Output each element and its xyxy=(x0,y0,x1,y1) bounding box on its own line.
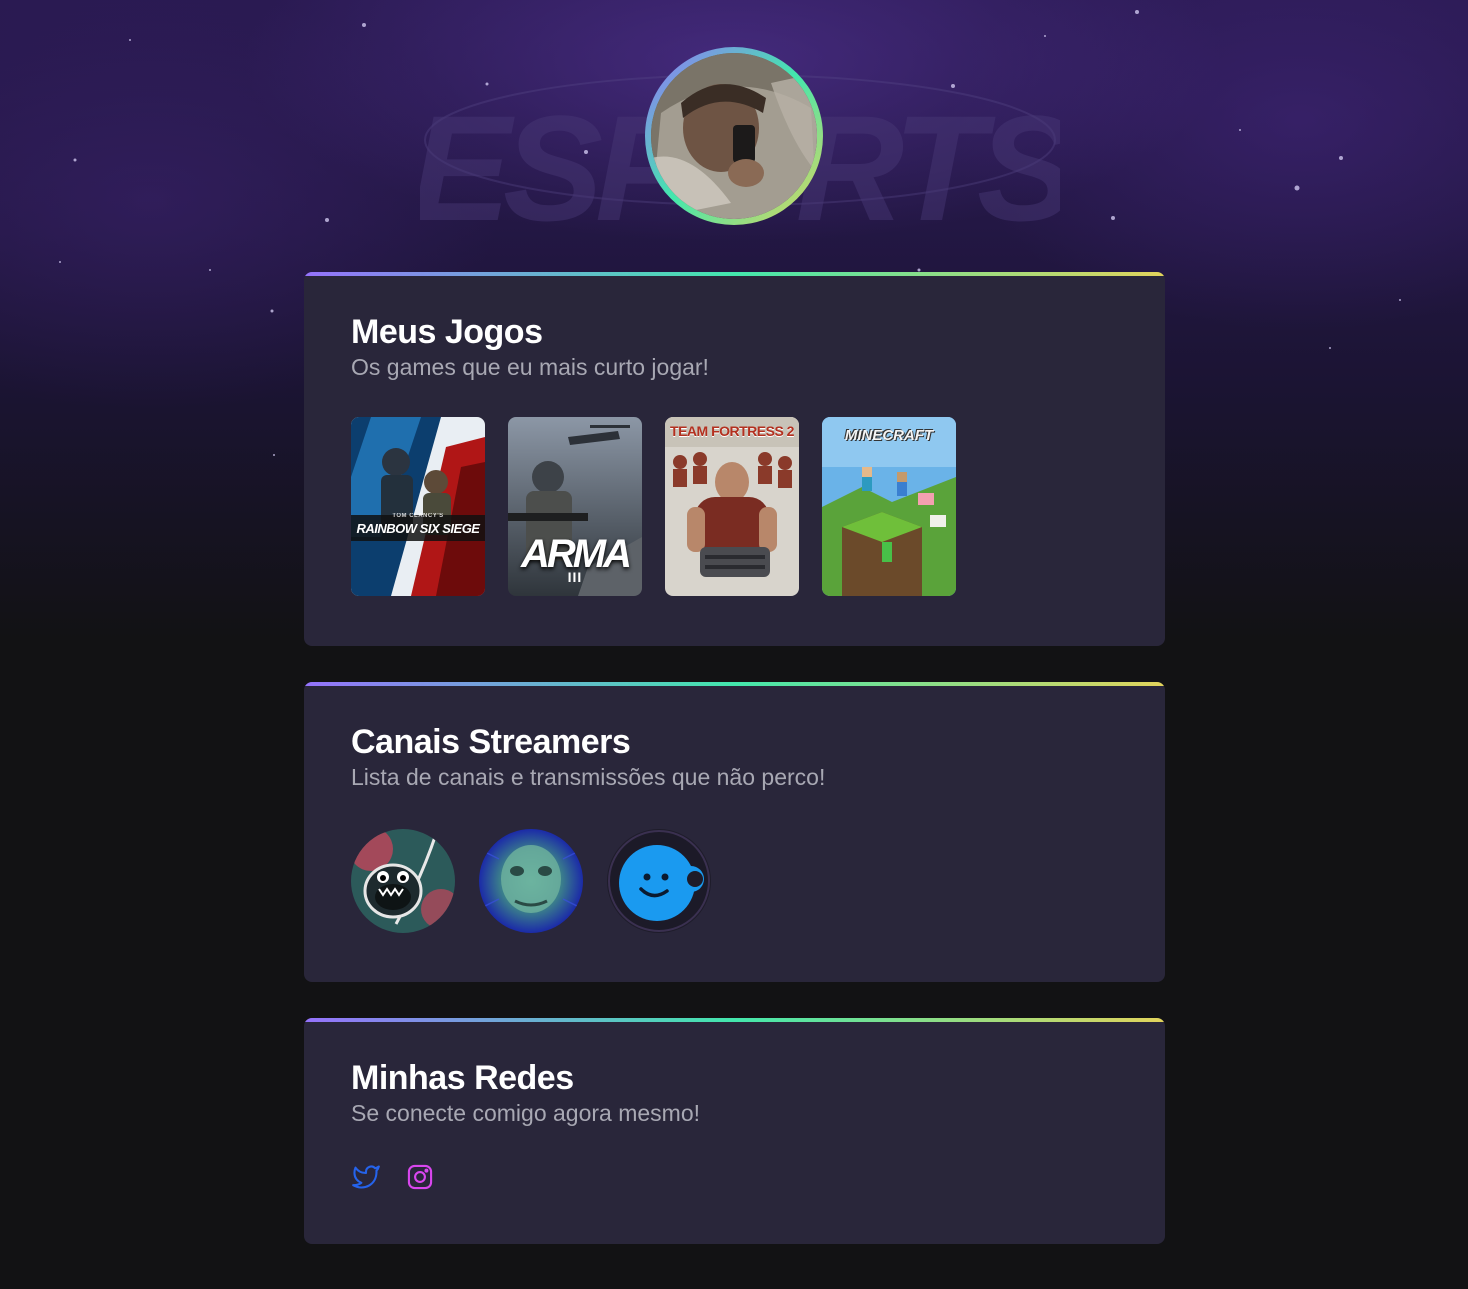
game-title-label: MINECRAFT xyxy=(844,427,934,444)
profile-avatar[interactable] xyxy=(645,47,823,225)
monster-avatar-icon xyxy=(351,829,455,933)
games-card: Meus Jogos Os games que eu mais curto jo… xyxy=(304,272,1165,646)
instagram-icon xyxy=(407,1164,433,1190)
instagram-link[interactable] xyxy=(405,1162,435,1192)
streamers-subtitle: Lista de canais e transmissões que não p… xyxy=(351,764,826,790)
streamers-card: Canais Streamers Lista de canais e trans… xyxy=(304,682,1165,982)
twitter-icon xyxy=(352,1165,380,1189)
game-title-label: TEAM FORTRESS 2 xyxy=(670,423,794,439)
streamer-channel-2[interactable] xyxy=(479,829,583,933)
game-card-rainbow-six-siege[interactable]: TOM CLANCY'S RAINBOW SIX SIEGE xyxy=(351,417,485,596)
games-title: Meus Jogos xyxy=(351,313,543,351)
game-card-team-fortress-2[interactable]: TEAM FORTRESS 2 xyxy=(665,417,799,596)
games-subtitle: Os games que eu mais curto jogar! xyxy=(351,354,709,380)
streamers-title: Canais Streamers xyxy=(351,723,631,761)
streamers-list xyxy=(351,829,1118,933)
games-list: TOM CLANCY'S RAINBOW SIX SIEGE ARMA III xyxy=(351,417,1118,596)
socials-subtitle: Se conecte comigo agora mesmo! xyxy=(351,1100,701,1126)
game-numeral-label: III xyxy=(567,569,583,585)
game-card-minecraft[interactable]: MINECRAFT xyxy=(822,417,956,596)
socials-title: Minhas Redes xyxy=(351,1059,574,1097)
game-publisher-label: TOM CLANCY'S xyxy=(392,513,444,519)
socials-card: Minhas Redes Se conecte comigo agora mes… xyxy=(304,1018,1165,1244)
smiley-avatar-icon xyxy=(607,829,711,933)
profile-photo xyxy=(651,53,817,219)
socials-list xyxy=(351,1162,1118,1192)
lizard-avatar-icon xyxy=(479,829,583,933)
twitter-link[interactable] xyxy=(351,1162,381,1192)
streamer-channel-3[interactable] xyxy=(607,829,711,933)
game-title-label: RAINBOW SIX SIEGE xyxy=(356,521,480,536)
streamer-channel-1[interactable] xyxy=(351,829,455,933)
game-card-arma-3[interactable]: ARMA III xyxy=(508,417,642,596)
